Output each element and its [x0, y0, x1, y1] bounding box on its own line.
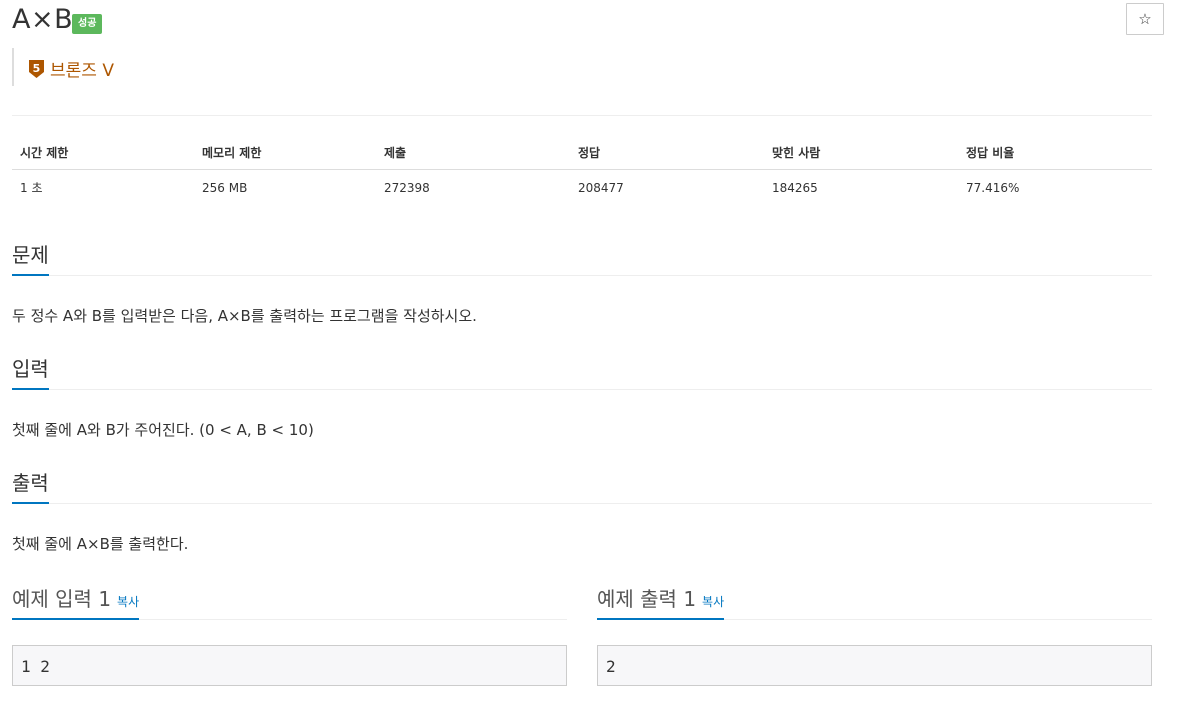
info-value-row: 1 초 256 MB 272398 208477 184265 77.416%	[12, 170, 1152, 206]
header-time-limit: 시간 제한	[12, 138, 194, 170]
description-section-header: 문제	[12, 239, 1152, 276]
value-submissions[interactable]: 272398	[376, 170, 570, 206]
value-solved-users[interactable]: 184265	[764, 170, 958, 206]
title-row: A×B 성공 ☆	[12, 0, 1164, 44]
tier-link[interactable]: 5 브론즈 V	[28, 56, 114, 81]
divider	[12, 115, 1152, 116]
description-heading: 문제	[12, 239, 49, 276]
sample-output-block: 예제 출력 1 복사 2	[597, 583, 1152, 686]
sample-input-block: 예제 입력 1 복사 1 2	[12, 583, 567, 686]
problem-info-table: 시간 제한 메모리 제한 제출 정답 맞힌 사람 정답 비율 1 초 256 M…	[12, 138, 1152, 205]
tier-number: 5	[33, 62, 41, 75]
sample-output-heading: 예제 출력 1 복사	[597, 583, 725, 620]
header-solved-users: 맞힌 사람	[764, 138, 958, 170]
input-section-header: 입력	[12, 353, 1152, 390]
value-memory-limit: 256 MB	[202, 180, 248, 195]
output-section-header: 출력	[12, 467, 1152, 504]
tier-block: 5 브론즈 V	[12, 48, 114, 86]
value-time-limit: 1 초	[20, 181, 43, 195]
value-accept-ratio: 77.416%	[966, 180, 1020, 195]
info-header-row: 시간 제한 메모리 제한 제출 정답 맞힌 사람 정답 비율	[12, 138, 1152, 170]
value-accepted[interactable]: 208477	[570, 170, 764, 206]
bronze-tier-icon: 5	[29, 59, 44, 78]
input-heading: 입력	[12, 353, 49, 390]
star-icon: ☆	[1138, 10, 1152, 28]
header-accept-ratio: 정답 비율	[958, 138, 1152, 170]
sample-output-content[interactable]: 2	[597, 645, 1152, 686]
header-memory-limit: 메모리 제한	[194, 138, 376, 170]
problem-title: A×B	[12, 4, 74, 35]
tier-label: 브론즈 V	[50, 61, 114, 81]
output-heading: 출력	[12, 467, 49, 504]
status-badge: 성공	[72, 14, 103, 34]
header-accepted: 정답	[570, 138, 764, 170]
sample-input-content[interactable]: 1 2	[12, 645, 567, 686]
header-submissions: 제출	[376, 138, 570, 170]
star-button[interactable]: ☆	[1126, 3, 1164, 35]
copy-sample-input-button[interactable]: 복사	[117, 595, 139, 609]
sample-input-heading: 예제 입력 1 복사	[12, 583, 140, 620]
description-text: 두 정수 A와 B를 입력받은 다음, A×B를 출력하는 프로그램을 작성하시…	[12, 307, 477, 325]
problem-page: A×B 성공 ☆ 5 브론즈 V 시간 제한 메모리 제한 제출 정답 맞힌 사…	[12, 0, 1164, 686]
copy-sample-output-button[interactable]: 복사	[702, 595, 724, 609]
input-text: 첫째 줄에 A와 B가 주어진다. (0 < A, B < 10)	[12, 421, 314, 439]
output-text: 첫째 줄에 A×B를 출력한다.	[12, 535, 189, 553]
